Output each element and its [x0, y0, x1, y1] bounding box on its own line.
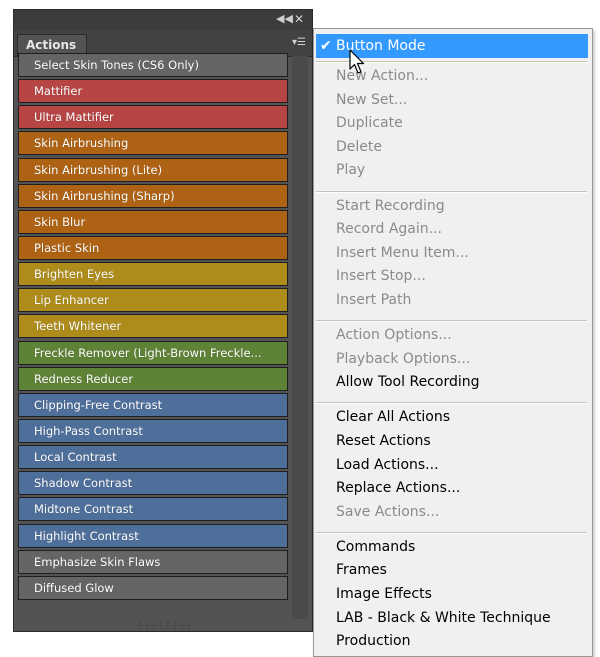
menu-separator — [316, 402, 587, 405]
menu-item: Action Options... — [336, 327, 452, 343]
panel-flyout-menu: ✔ Button Mode New Action... New Set... Dup… — [313, 28, 593, 657]
action-button[interactable]: Emphasize Skin Flaws — [18, 549, 288, 574]
action-button[interactable]: Plastic Skin — [18, 235, 288, 260]
action-button[interactable]: Highlight Contrast — [18, 523, 288, 548]
menu-item: Duplicate — [336, 115, 403, 132]
menu-item: New Set... — [336, 91, 408, 108]
action-button[interactable]: Clipping-Free Contrast — [18, 392, 288, 417]
menu-separator — [316, 531, 587, 534]
menu-item[interactable]: Replace Actions... — [336, 477, 460, 499]
menu-item: Insert Menu Item... — [336, 244, 469, 261]
action-button[interactable]: Redness Reducer — [18, 366, 288, 391]
action-button[interactable]: Skin Blur — [18, 209, 288, 234]
action-button[interactable]: High-Pass Contrast — [18, 418, 288, 443]
panel-title-bar: ◀◀ ✕ — [14, 10, 312, 30]
action-button[interactable]: Teeth Whitener — [18, 314, 288, 339]
action-button[interactable]: Skin Airbrushing (Sharp) — [18, 183, 288, 208]
checkmark-icon: ✔ — [320, 38, 332, 54]
action-button[interactable]: Freckle Remover (Light-Brown Freckle... — [18, 340, 288, 365]
menu-item: Delete — [336, 138, 382, 155]
menu-item[interactable]: Production — [336, 630, 410, 652]
menu-item: Record Again... — [336, 221, 442, 238]
menu-item: Play — [336, 162, 366, 179]
action-button[interactable]: Ultra Mattifier — [18, 105, 288, 130]
action-button[interactable]: Lip Enhancer — [18, 288, 288, 313]
menu-item[interactable]: Image Effects — [336, 583, 432, 605]
action-button[interactable]: Select Skin Tones (CS6 Only) — [18, 53, 288, 77]
action-button[interactable]: Diffused Glow — [18, 575, 288, 600]
menu-separator — [316, 320, 587, 322]
action-button[interactable]: Midtone Contrast — [18, 497, 288, 522]
menu-separator — [316, 190, 587, 193]
action-button[interactable]: Local Contrast — [18, 445, 288, 470]
menu-item: Playback Options... — [336, 350, 471, 367]
menu-item[interactable]: Allow Tool Recording — [336, 371, 480, 393]
action-button-list: Select Skin Tones (CS6 Only) Mattifier Ult… — [18, 53, 288, 602]
menu-item: Save Actions... — [336, 503, 440, 520]
close-icon[interactable]: ✕ — [292, 12, 306, 26]
menu-item[interactable]: Commands — [336, 536, 415, 558]
action-button[interactable]: Skin Airbrushing — [18, 131, 288, 156]
mouse-pointer-icon — [349, 49, 365, 74]
action-button[interactable]: Shadow Contrast — [18, 471, 288, 496]
action-button[interactable]: Mattifier — [18, 79, 288, 104]
menu-item: Insert Stop... — [336, 268, 426, 285]
menu-item[interactable]: Load Actions... — [336, 454, 439, 476]
actions-panel: ◀◀ ✕ Actions ▾☰ Select Skin Tones (CS6 O… — [13, 9, 313, 632]
collapse-icon[interactable]: ◀◀ — [276, 12, 293, 26]
menu-item[interactable]: Clear All Actions — [336, 406, 450, 428]
action-button[interactable]: Brighten Eyes — [18, 262, 288, 287]
resize-grip-icon[interactable]: ⋮⋮⋮⋮⋮⋮⋮⋮ — [134, 622, 194, 630]
menu-item[interactable]: Reset Actions — [336, 430, 431, 452]
menu-item: Start Recording — [336, 197, 445, 214]
menu-item[interactable]: LAB - Black & White Technique — [336, 607, 551, 629]
scrollbar[interactable] — [292, 56, 308, 619]
menu-item: Insert Path — [336, 291, 412, 308]
panel-menu-icon[interactable]: ▾☰ — [290, 38, 306, 48]
action-button[interactable]: Skin Airbrushing (Lite) — [18, 157, 288, 182]
menu-item[interactable]: Frames — [336, 559, 387, 581]
